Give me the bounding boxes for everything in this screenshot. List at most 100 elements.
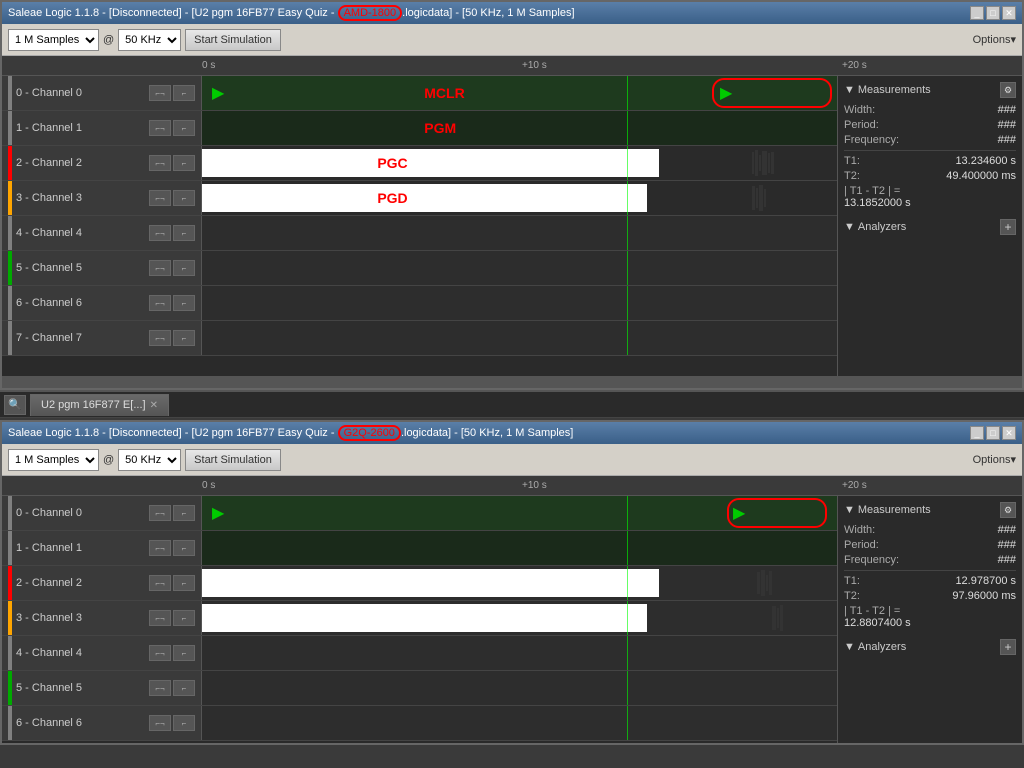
channel-wave-w2-5[interactable] bbox=[202, 671, 837, 705]
t2-value-1: 49.400000 ms bbox=[946, 170, 1016, 182]
pgc-wave-fill bbox=[202, 149, 659, 177]
ch-icon-w2-10[interactable]: ⌐ bbox=[173, 645, 195, 661]
add-analyzer-button-2[interactable]: + bbox=[1000, 639, 1016, 655]
channel-wave-5[interactable] bbox=[202, 251, 837, 285]
gear-button-1[interactable]: ⚙ bbox=[1000, 82, 1016, 98]
channel-wave-w2-4[interactable] bbox=[202, 636, 837, 670]
ruler-t20-2: +20 s bbox=[842, 480, 867, 491]
maximize-button[interactable]: □ bbox=[986, 6, 1000, 20]
samples-select-1[interactable]: 1 M Samples bbox=[8, 29, 99, 51]
channel-label-2: 2 - Channel 2 ⌐¬ ⌐ bbox=[2, 146, 202, 180]
channel-color-bar bbox=[8, 636, 12, 670]
ch-icon-4[interactable]: ⌐ bbox=[173, 120, 195, 136]
ch-icon-11[interactable]: ⌐¬ bbox=[149, 260, 171, 276]
channel-wave-0[interactable]: ▶ MCLR ▶ bbox=[202, 76, 837, 110]
window-title-1: Saleae Logic 1.1.8 - [Disconnected] - [U… bbox=[8, 5, 970, 21]
maximize-button-2[interactable]: □ bbox=[986, 426, 1000, 440]
channel-wave-6[interactable] bbox=[202, 286, 837, 320]
ch-icon-w2-8[interactable]: ⌐ bbox=[173, 610, 195, 626]
samples-select-2[interactable]: 1 M Samples bbox=[8, 449, 99, 471]
t1-label-2: T1: bbox=[844, 575, 860, 587]
cursor-line-w2-5 bbox=[627, 636, 628, 670]
freq-value-1: ### bbox=[998, 134, 1016, 146]
start-simulation-button-2[interactable]: Start Simulation bbox=[185, 449, 281, 471]
channel-wave-w2-1[interactable] bbox=[202, 531, 837, 565]
channel-wave-w2-0[interactable]: ▶ ▶ bbox=[202, 496, 837, 530]
measurements-label-2: Measurements bbox=[858, 504, 931, 516]
ch-icon-w2-12[interactable]: ⌐ bbox=[173, 680, 195, 696]
start-simulation-button-1[interactable]: Start Simulation bbox=[185, 29, 281, 51]
ch-icon-5[interactable]: ⌐¬ bbox=[149, 155, 171, 171]
ch-icon-8[interactable]: ⌐ bbox=[173, 190, 195, 206]
frequency-select-2[interactable]: 50 KHz bbox=[118, 449, 181, 471]
pgc-signal-bars bbox=[752, 149, 832, 177]
add-analyzer-button-1[interactable]: + bbox=[1000, 219, 1016, 235]
ch-icon-13[interactable]: ⌐¬ bbox=[149, 295, 171, 311]
table-row: 0 - Channel 0 ⌐¬ ⌐ ▶ MCLR ▶ bbox=[2, 76, 837, 111]
h-scrollbar-1[interactable] bbox=[2, 376, 1022, 388]
play-marker-0: ▶ bbox=[212, 83, 224, 103]
channel-wave-w2-6[interactable] bbox=[202, 706, 837, 740]
channel-wave-7[interactable] bbox=[202, 321, 837, 355]
ch-icon-w2-3[interactable]: ⌐¬ bbox=[149, 540, 171, 556]
ch-icon-w2-4[interactable]: ⌐ bbox=[173, 540, 195, 556]
tab-u2pgm[interactable]: U2 pgm 16F877 E[...] ✕ bbox=[30, 394, 169, 416]
ruler-t20-1: +20 s bbox=[842, 60, 867, 71]
pgd-wave-fill bbox=[202, 184, 647, 212]
play-icon-w2: ▶ bbox=[733, 503, 745, 523]
table-row: 6 - Channel 6 ⌐¬ ⌐ bbox=[2, 706, 837, 741]
cursor-line-8 bbox=[627, 321, 628, 355]
ch-icon-w2-9[interactable]: ⌐¬ bbox=[149, 645, 171, 661]
ch-icon-9[interactable]: ⌐¬ bbox=[149, 225, 171, 241]
close-button[interactable]: ✕ bbox=[1002, 6, 1016, 20]
ruler-t10-1: +10 s bbox=[522, 60, 547, 71]
ch-icon-1[interactable]: ⌐¬ bbox=[149, 85, 171, 101]
ch-icon-w2-13[interactable]: ⌐¬ bbox=[149, 715, 171, 731]
options-button-2[interactable]: Options▾ bbox=[973, 453, 1016, 466]
ch-icon-w2-6[interactable]: ⌐ bbox=[173, 575, 195, 591]
channel-label-3: 3 - Channel 3 ⌐¬ ⌐ bbox=[2, 181, 202, 215]
channel-color-bar bbox=[8, 531, 12, 565]
ch-icon-12[interactable]: ⌐ bbox=[173, 260, 195, 276]
meas-row-tdiff-2: | T1 - T2 | = 12.8807400 s bbox=[844, 605, 1016, 629]
ch-icon-7[interactable]: ⌐¬ bbox=[149, 190, 171, 206]
table-row: 3 - Channel 3 ⌐¬ ⌐ PGD bbox=[2, 181, 837, 216]
ch-icon-6[interactable]: ⌐ bbox=[173, 155, 195, 171]
ch-icon-w2-7[interactable]: ⌐¬ bbox=[149, 610, 171, 626]
channel-wave-w2-3[interactable] bbox=[202, 601, 837, 635]
cursor-line-7 bbox=[627, 286, 628, 320]
ch-icon-2[interactable]: ⌐ bbox=[173, 85, 195, 101]
gear-button-2[interactable]: ⚙ bbox=[1000, 502, 1016, 518]
ch-icon-16[interactable]: ⌐ bbox=[173, 330, 195, 346]
t2-value-2: 97.96000 ms bbox=[952, 590, 1016, 602]
channel-wave-3[interactable]: PGD bbox=[202, 181, 837, 215]
channel-wave-1[interactable]: PGM bbox=[202, 111, 837, 145]
tab-search-button[interactable]: 🔍 bbox=[4, 395, 26, 415]
tab-close-button[interactable]: ✕ bbox=[150, 400, 158, 411]
meas-divider-1 bbox=[844, 150, 1016, 151]
ch-icon-w2-2[interactable]: ⌐ bbox=[173, 505, 195, 521]
ch-icon-14[interactable]: ⌐ bbox=[173, 295, 195, 311]
ch-icon-w2-5[interactable]: ⌐¬ bbox=[149, 575, 171, 591]
t1-label-1: T1: bbox=[844, 155, 860, 167]
ch-icon-w2-14[interactable]: ⌐ bbox=[173, 715, 195, 731]
ch-icon-10[interactable]: ⌐ bbox=[173, 225, 195, 241]
channel-wave-4[interactable] bbox=[202, 216, 837, 250]
minimize-button-2[interactable]: _ bbox=[970, 426, 984, 440]
ch-icon-15[interactable]: ⌐¬ bbox=[149, 330, 171, 346]
close-button-2[interactable]: ✕ bbox=[1002, 426, 1016, 440]
options-button-1[interactable]: Options▾ bbox=[973, 33, 1016, 46]
play-marker-w2-0: ▶ bbox=[212, 503, 224, 523]
channel-wave-2[interactable]: PGC bbox=[202, 146, 837, 180]
minimize-button[interactable]: _ bbox=[970, 6, 984, 20]
meas-divider-2 bbox=[844, 570, 1016, 571]
ch-icon-w2-11[interactable]: ⌐¬ bbox=[149, 680, 171, 696]
measurements-title-2: ▼ Measurements bbox=[844, 504, 931, 516]
channel-label-6: 6 - Channel 6 ⌐¬ ⌐ bbox=[2, 286, 202, 320]
ch-icon-w2-1[interactable]: ⌐¬ bbox=[149, 505, 171, 521]
ch-icon-3[interactable]: ⌐¬ bbox=[149, 120, 171, 136]
channel-wave-w2-2[interactable] bbox=[202, 566, 837, 600]
timeline-ruler-1: 0 s +10 s +20 s bbox=[2, 56, 1022, 76]
channel-name-0: 0 - Channel 0 bbox=[16, 87, 82, 99]
frequency-select-1[interactable]: 50 KHz bbox=[118, 29, 181, 51]
